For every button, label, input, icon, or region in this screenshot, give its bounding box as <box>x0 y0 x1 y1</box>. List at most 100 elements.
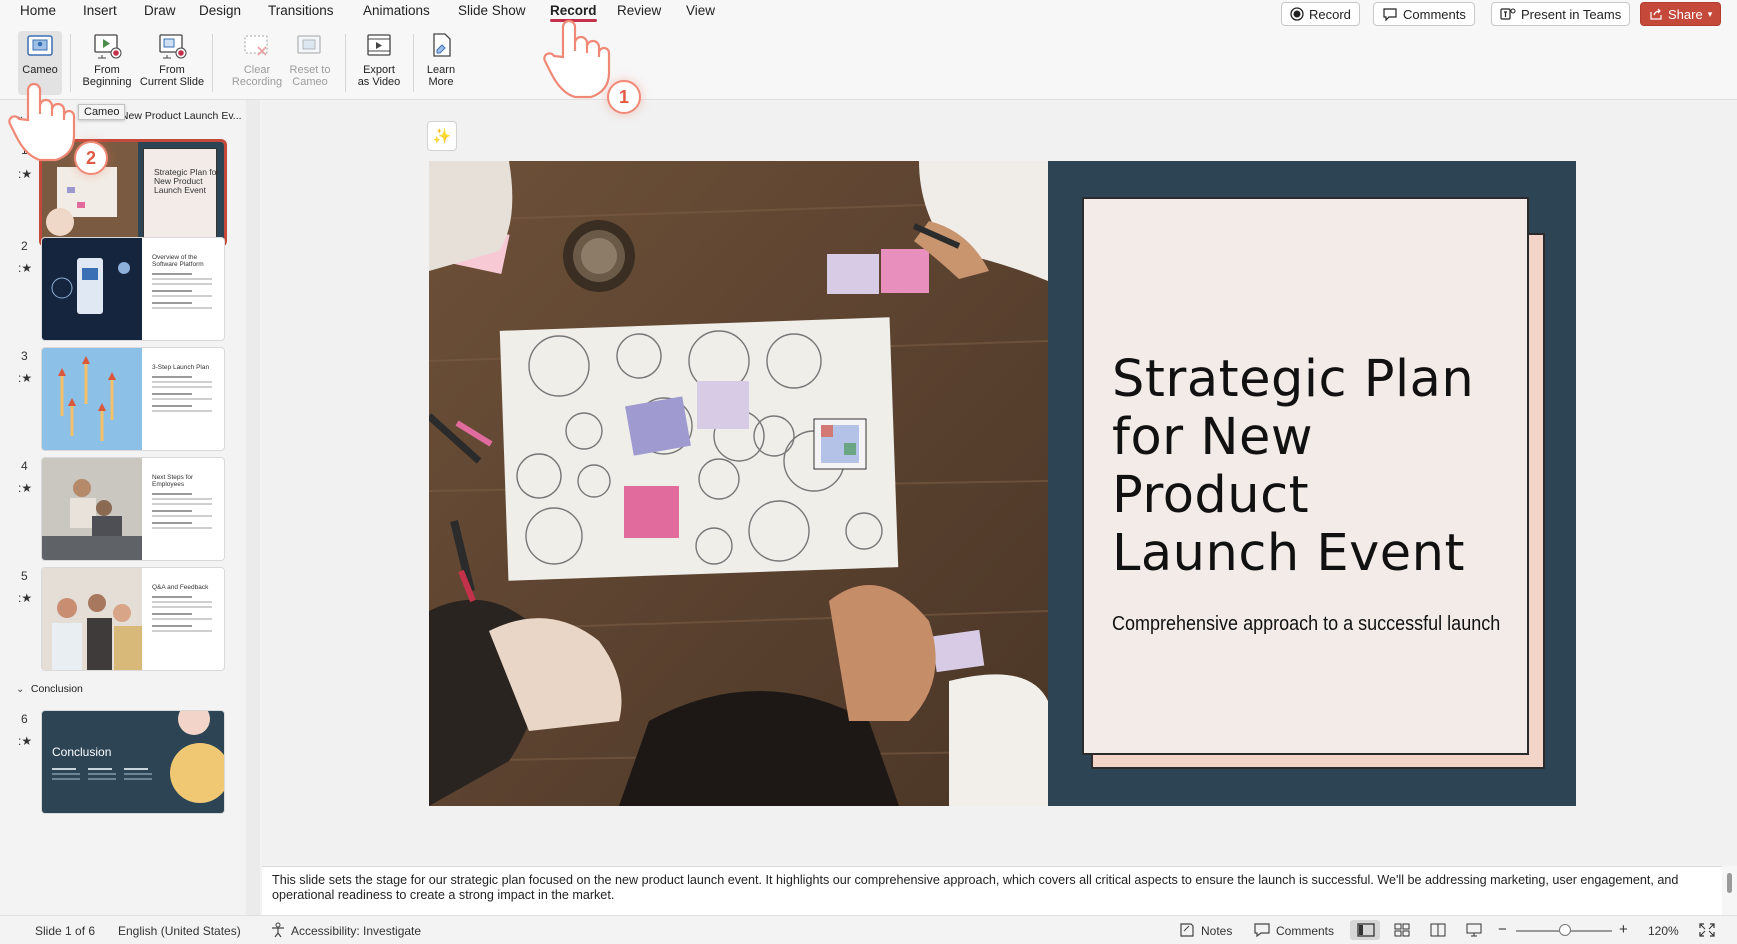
from-current-label-2: Current Slide <box>139 76 205 88</box>
from-current-label-1: From <box>159 64 185 76</box>
menu-insert[interactable]: Insert <box>83 3 117 18</box>
slide-number: 3 <box>21 349 28 363</box>
thumbnail-image <box>42 348 142 450</box>
zoom-slider-thumb[interactable] <box>1559 924 1571 936</box>
record-dot-icon <box>1290 7 1304 21</box>
designer-sparkle-button[interactable]: ✨ <box>427 121 457 151</box>
slide-position: Slide 1 of 6 <box>35 924 96 938</box>
clear-recording-label-1: Clear <box>243 64 271 76</box>
slide-sorter-icon[interactable] <box>1393 922 1411 938</box>
slide-title[interactable]: Strategic Plan for New Product Launch Ev… <box>1112 351 1532 583</box>
zoom-level[interactable]: 120% <box>1648 924 1679 938</box>
slide-number: 6 <box>21 712 28 726</box>
thumbnail-image <box>170 711 224 803</box>
export-label-1: Export <box>363 64 395 76</box>
section-header-conclusion[interactable]: ⌄ Conclusion <box>16 683 83 695</box>
export-video-icon <box>367 34 391 56</box>
ribbon-divider <box>413 34 414 92</box>
reset-to-cameo-label-1: Reset to <box>289 64 331 76</box>
cameo-label: Cameo <box>22 64 58 76</box>
reset-cameo-icon <box>297 35 321 54</box>
menu-view[interactable]: View <box>686 3 715 18</box>
slide-thumbnail-6[interactable]: Conclusion <box>42 711 224 813</box>
cameo-tooltip: Cameo <box>78 104 126 120</box>
comments-button-label: Comments <box>1403 6 1466 22</box>
learn-more-icon <box>433 33 451 57</box>
menu-animations[interactable]: Animations <box>363 3 430 18</box>
slide-title-line: Strategic Plan <box>1112 350 1475 409</box>
animation-star-icon: :★ <box>18 734 33 748</box>
slide-number: 5 <box>21 569 28 583</box>
slide-number: 2 <box>21 239 28 253</box>
teams-icon <box>1500 8 1516 20</box>
accessibility-status[interactable]: Accessibility: Investigate <box>291 924 421 938</box>
section-label: Conclusion <box>30 683 83 695</box>
export-label-2: as Video <box>357 76 401 88</box>
learn-more-label-2: More <box>428 76 454 88</box>
record-from-current-icon <box>159 34 187 59</box>
current-slide[interactable]: Strategic Plan for New Product Launch Ev… <box>429 161 1576 806</box>
animation-star-icon: :★ <box>18 167 33 181</box>
slide-title-line: Product <box>1112 466 1310 525</box>
menu-slide-show[interactable]: Slide Show <box>458 3 526 18</box>
animation-star-icon: :★ <box>18 371 33 385</box>
thumbnail-title: 3-Step Launch Plan <box>152 364 218 412</box>
slide-subtitle[interactable]: Comprehensive approach to a successful l… <box>1112 613 1500 636</box>
slide-thumbnail-4[interactable]: Next Steps for Employees <box>42 458 224 560</box>
record-button[interactable]: Record <box>1281 2 1360 26</box>
chevron-down-icon: ▾ <box>1707 8 1713 19</box>
menu-draw[interactable]: Draw <box>144 3 176 18</box>
powerpoint-window: Home Insert Draw Design Transitions Anim… <box>0 0 1737 944</box>
status-bar: Slide 1 of 6 English (United States) Acc… <box>0 915 1737 944</box>
zoom-in-button[interactable]: + <box>1619 921 1628 938</box>
normal-view-icon[interactable] <box>1357 922 1375 938</box>
ribbon: Cameo From Beginning From Current Slide … <box>0 26 1737 100</box>
language-indicator[interactable]: English (United States) <box>118 924 241 938</box>
notes-toggle[interactable]: Notes <box>1201 924 1232 938</box>
comments-button[interactable]: Comments <box>1373 2 1475 26</box>
from-beginning-button[interactable]: From Beginning <box>77 31 137 88</box>
notes-scrollbar[interactable] <box>1722 866 1737 915</box>
record-from-beginning-icon <box>94 34 122 59</box>
animation-star-icon: :★ <box>18 261 33 275</box>
thumbnail-title: Next Steps for Employees <box>152 474 218 529</box>
step-badge-2: 2 <box>74 141 108 175</box>
sparkle-icon: ✨ <box>432 128 452 145</box>
menu-design[interactable]: Design <box>199 3 241 18</box>
share-icon <box>1650 8 1662 20</box>
present-button-label: Present in Teams <box>1521 6 1622 22</box>
share-button[interactable]: Share ▾ <box>1640 2 1722 26</box>
section-label: New Product Launch Ev... <box>120 110 242 122</box>
ribbon-divider <box>212 34 213 92</box>
thumbnail-title-text: Next Steps for Employees <box>152 474 194 488</box>
slide-thumbnail-pane: ⌄ New Product Launch Ev... 1 :★ Strategi… <box>12 101 260 916</box>
reading-view-icon[interactable] <box>1429 922 1447 938</box>
accessibility-icon <box>272 922 284 938</box>
thumbnail-image <box>42 568 142 670</box>
share-button-label: Share <box>1668 6 1703 22</box>
thumbnail-image <box>42 458 142 560</box>
thumbnail-title: Overview of the Software Platform <box>152 254 218 309</box>
learn-more-label-1: Learn <box>426 64 456 76</box>
speaker-notes[interactable]: This slide sets the stage for our strate… <box>262 866 1722 915</box>
menu-review[interactable]: Review <box>617 3 661 18</box>
learn-more-button[interactable]: Learn More <box>418 31 464 88</box>
presenter-view-icon[interactable] <box>1465 922 1483 938</box>
slide-thumbnail-5[interactable]: Q&A and Feedback <box>42 568 224 670</box>
notes-icon <box>1180 923 1194 937</box>
reset-to-cameo-label-2: Cameo <box>292 76 328 88</box>
present-in-teams-button[interactable]: Present in Teams <box>1491 2 1631 26</box>
slide-thumbnail-3[interactable]: 3-Step Launch Plan <box>42 348 224 450</box>
menu-transitions[interactable]: Transitions <box>268 3 334 18</box>
menu-home[interactable]: Home <box>20 3 56 18</box>
thumbnail-scrollbar[interactable] <box>246 100 260 915</box>
comments-toggle[interactable]: Comments <box>1276 924 1334 938</box>
reset-to-cameo-button[interactable]: Reset to Cameo <box>280 31 340 88</box>
zoom-out-button[interactable]: − <box>1498 921 1507 938</box>
animation-star-icon: :★ <box>18 591 33 605</box>
slide-thumbnail-2[interactable]: Overview of the Software Platform <box>42 238 224 340</box>
comment-icon <box>1254 923 1270 938</box>
export-as-video-button[interactable]: Export as Video <box>350 31 408 88</box>
fit-to-window-icon[interactable] <box>1698 922 1716 938</box>
from-current-slide-button[interactable]: From Current Slide <box>138 31 206 88</box>
